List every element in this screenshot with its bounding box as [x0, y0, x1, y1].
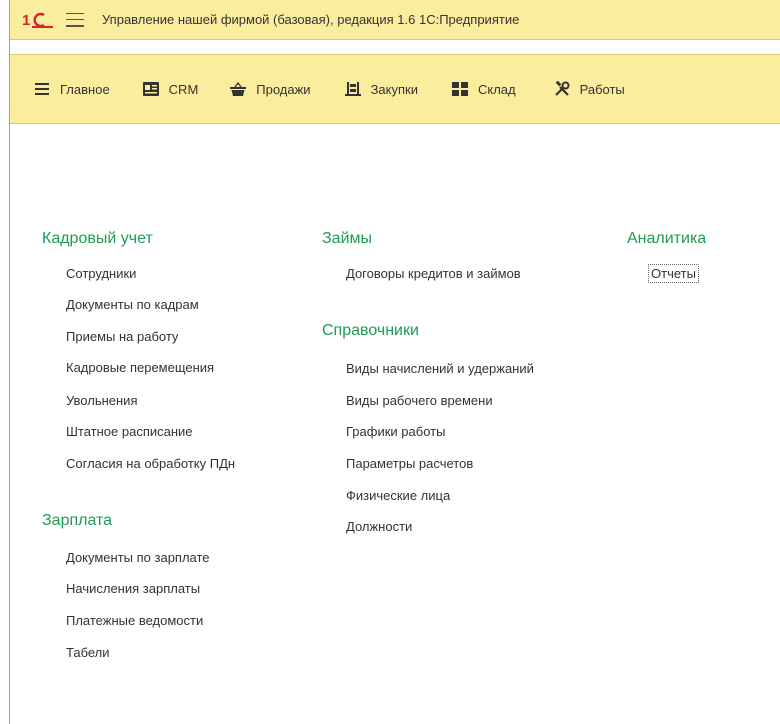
link-timesheets[interactable]: Табели	[66, 645, 110, 660]
window-title: Управление нашей фирмой (базовая), редак…	[102, 12, 520, 27]
section-main[interactable]: Главное	[34, 75, 110, 103]
section-label: Продажи	[256, 81, 311, 97]
link-salary-documents[interactable]: Документы по зарплате	[66, 550, 210, 565]
link-hirings[interactable]: Приемы на работу	[66, 329, 178, 344]
section-warehouse[interactable]: Склад	[451, 75, 516, 103]
menu-lines-icon	[34, 81, 50, 97]
link-hr-documents[interactable]: Документы по кадрам	[66, 297, 199, 312]
1c-logo-icon: 1	[22, 11, 54, 29]
link-calculation-params[interactable]: Параметры расчетов	[346, 456, 473, 471]
link-dismissals[interactable]: Увольнения	[66, 393, 137, 408]
link-work-time-types[interactable]: Виды рабочего времени	[346, 393, 493, 408]
section-label: CRM	[168, 81, 199, 97]
section-works[interactable]: Работы	[554, 75, 625, 103]
group-title-analytics: Аналитика	[627, 230, 707, 247]
tools-icon	[554, 81, 570, 97]
crm-card-icon	[142, 81, 159, 97]
purchases-icon	[344, 81, 361, 97]
group-title-salary: Зарплата	[42, 512, 113, 529]
section-label: Склад	[477, 81, 516, 97]
link-individuals[interactable]: Физические лица	[346, 488, 450, 503]
link-payment-statements[interactable]: Платежные ведомости	[66, 613, 203, 628]
group-title-hr: Кадровый учет	[42, 230, 153, 247]
link-staff-schedule[interactable]: Штатное расписание	[66, 424, 193, 439]
link-positions[interactable]: Должности	[346, 519, 412, 534]
group-title-loans: Займы	[322, 230, 372, 247]
link-loan-contracts[interactable]: Договоры кредитов и займов	[346, 266, 521, 281]
section-crm[interactable]: CRM	[142, 75, 199, 103]
link-accrual-types[interactable]: Виды начислений и удержаний	[346, 361, 534, 376]
sections-panel: Главное CRM Продажи Закупки Склад Работы	[10, 54, 780, 124]
group-title-references: Справочники	[322, 322, 419, 339]
section-purchases[interactable]: Закупки	[344, 75, 418, 103]
basket-icon	[230, 81, 247, 97]
section-sales[interactable]: Продажи	[230, 75, 311, 103]
link-reports[interactable]: Отчеты	[648, 264, 699, 283]
link-salary-accruals[interactable]: Начисления зарплаты	[66, 581, 200, 596]
warehouse-icon	[451, 81, 468, 97]
link-pd-consents[interactable]: Согласия на обработку ПДн	[66, 456, 235, 471]
svg-text:1: 1	[22, 12, 30, 29]
section-label: Закупки	[370, 81, 418, 97]
section-label: Работы	[579, 81, 625, 97]
link-work-schedules[interactable]: Графики работы	[346, 424, 445, 439]
link-transfers[interactable]: Кадровые перемещения	[66, 360, 214, 375]
main-menu-icon[interactable]	[66, 12, 84, 27]
title-bar: 1 Управление нашей фирмой (базовая), ред…	[10, 0, 780, 40]
section-label: Главное	[60, 81, 110, 97]
link-employees[interactable]: Сотрудники	[66, 266, 136, 281]
